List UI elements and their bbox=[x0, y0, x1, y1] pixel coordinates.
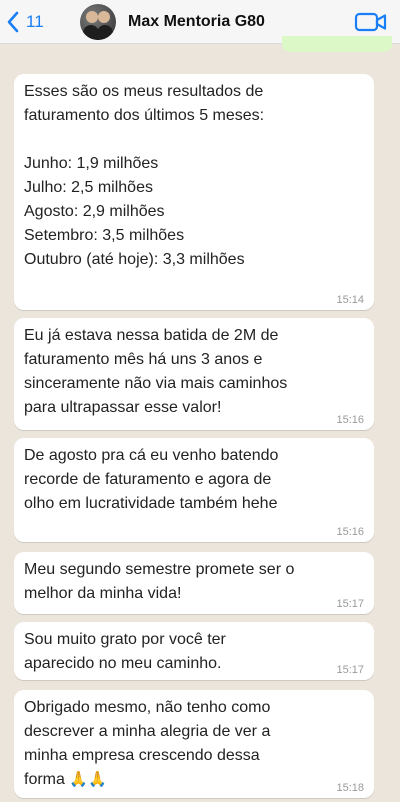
message-time: 15:18 bbox=[336, 782, 364, 794]
previous-outgoing-message bbox=[282, 36, 392, 52]
unread-count: 11 bbox=[26, 11, 44, 31]
message-bubble[interactable]: Meu segundo semestre promete ser o melho… bbox=[14, 552, 374, 614]
message-text: De agosto pra cá eu venho batendo record… bbox=[24, 447, 279, 512]
back-button[interactable]: 11 bbox=[6, 11, 68, 33]
message-time: 15:16 bbox=[336, 526, 364, 538]
video-camera-icon[interactable] bbox=[354, 11, 388, 33]
message-bubble[interactable]: Obrigado mesmo, não tenho como descrever… bbox=[14, 690, 374, 798]
message-bubble[interactable]: Eu já estava nessa batida de 2M de fatur… bbox=[14, 318, 374, 430]
message-time: 15:16 bbox=[336, 414, 364, 426]
message-text: Meu segundo semestre promete ser o melho… bbox=[24, 561, 295, 602]
praying-hands-emoji: 🙏🙏 bbox=[69, 771, 107, 788]
message-time: 15:17 bbox=[336, 664, 364, 676]
message-time: 15:14 bbox=[336, 294, 364, 306]
message-bubble[interactable]: Sou muito grato por você ter aparecido n… bbox=[14, 622, 374, 680]
message-text: Esses são os meus resultados de faturame… bbox=[24, 83, 265, 268]
message-bubble[interactable]: De agosto pra cá eu venho batendo record… bbox=[14, 438, 374, 542]
message-bubble[interactable]: Esses são os meus resultados de faturame… bbox=[14, 74, 374, 310]
message-text: Obrigado mesmo, não tenho como descrever… bbox=[24, 696, 364, 792]
message-text: Sou muito grato por você ter aparecido n… bbox=[24, 631, 226, 672]
message-time: 15:17 bbox=[336, 598, 364, 610]
message-text: Eu já estava nessa batida de 2M de fatur… bbox=[24, 327, 288, 416]
chevron-left-icon bbox=[7, 11, 19, 32]
avatar[interactable] bbox=[80, 3, 116, 40]
contact-name[interactable]: Max Mentoria G80 bbox=[128, 13, 354, 31]
message-body: Obrigado mesmo, não tenho como descrever… bbox=[24, 699, 271, 788]
